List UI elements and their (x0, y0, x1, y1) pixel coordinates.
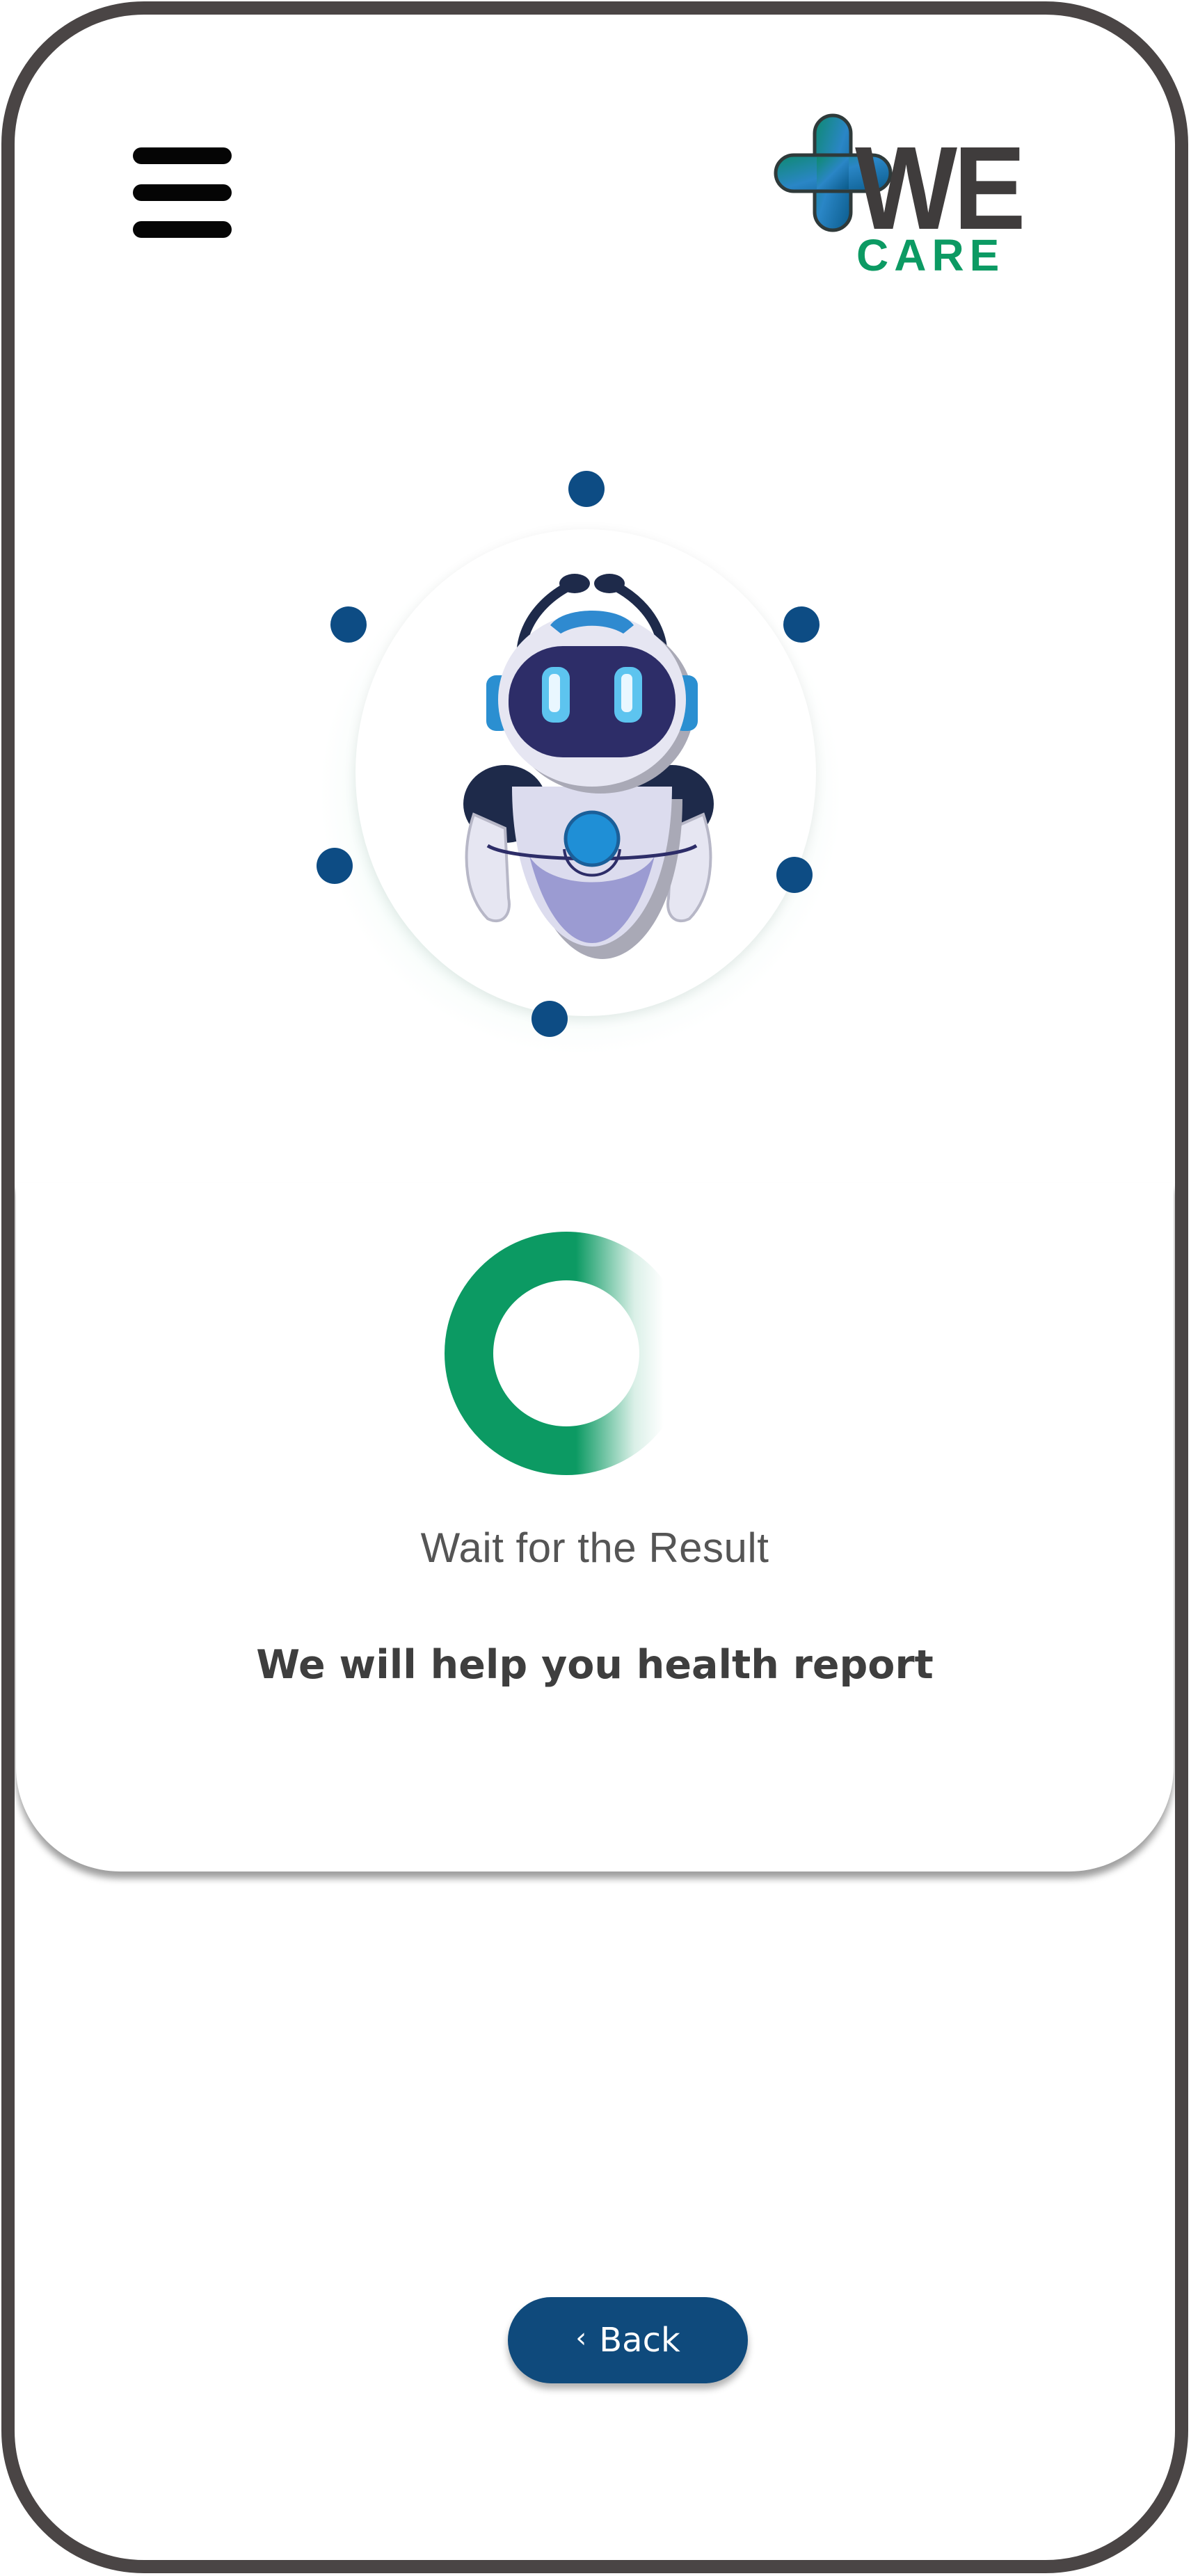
orbit-dot (783, 606, 820, 643)
back-button[interactable]: ‹ Back (508, 2297, 748, 2383)
orbit-dot (330, 606, 367, 643)
orbit-dot (776, 857, 813, 893)
wait-status-title: Wait for the Result (420, 1524, 769, 1571)
orbit-dot (568, 471, 605, 507)
help-subtitle: We will help you health report (256, 1642, 934, 1688)
orbit-dot (531, 1001, 568, 1037)
loading-spinner-icon (441, 1228, 692, 1479)
robot-assistant-icon (425, 564, 745, 981)
result-card: Wait for the Result We will help you hea… (16, 1183, 1174, 1871)
menu-bar (133, 184, 232, 201)
logo-care-text: CARE (856, 230, 1005, 279)
orbit-dot (317, 848, 353, 884)
chevron-left-icon: ‹ (575, 2322, 587, 2354)
we-care-logo: WE CARE (773, 112, 1030, 279)
hamburger-menu-button[interactable] (129, 144, 234, 241)
phone-frame: WE CARE Wait for the Result We will help… (1, 1, 1188, 2573)
back-button-label: Back (599, 2321, 680, 2360)
menu-bar (133, 221, 232, 238)
menu-bar (133, 147, 232, 164)
